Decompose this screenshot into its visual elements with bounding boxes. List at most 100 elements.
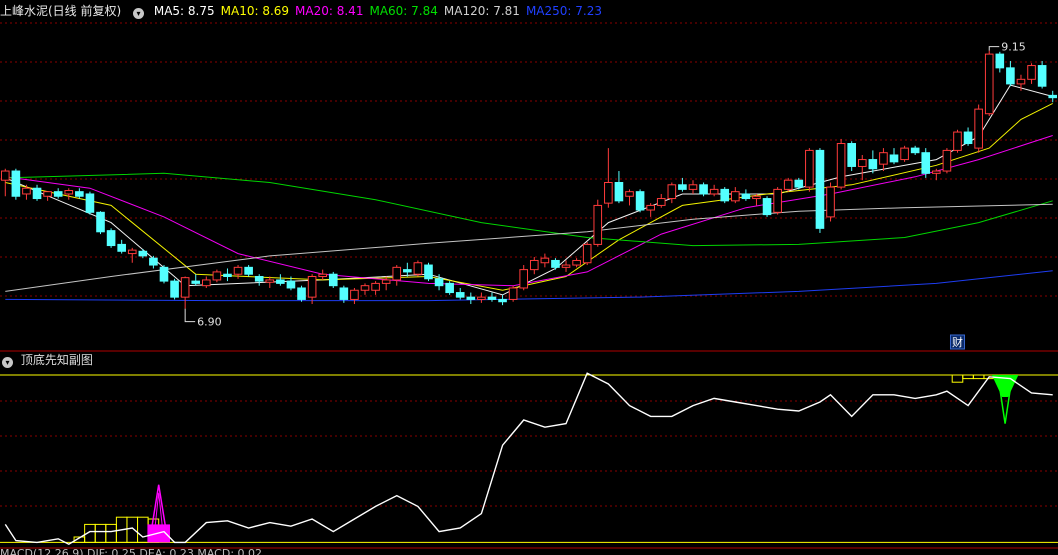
candle-body[interactable] bbox=[22, 187, 31, 195]
candle-body[interactable] bbox=[900, 147, 909, 161]
candle-body[interactable] bbox=[720, 188, 730, 202]
candle-body[interactable] bbox=[276, 279, 285, 284]
candle-body[interactable] bbox=[96, 211, 105, 233]
indicator-panel[interactable] bbox=[0, 352, 1058, 555]
candle-body[interactable] bbox=[498, 298, 507, 303]
candle-body[interactable] bbox=[424, 264, 433, 280]
candle-body[interactable] bbox=[223, 273, 232, 278]
candle-body[interactable] bbox=[1027, 65, 1036, 80]
candle-body[interactable] bbox=[434, 278, 444, 287]
candle-body[interactable] bbox=[254, 276, 264, 282]
candle-body[interactable] bbox=[604, 182, 613, 204]
candle-body[interactable] bbox=[984, 53, 994, 115]
candle-body[interactable] bbox=[85, 193, 95, 213]
candle-body[interactable] bbox=[381, 279, 391, 284]
candle-body[interactable] bbox=[572, 259, 581, 266]
candle-body[interactable] bbox=[932, 170, 941, 174]
candle-body[interactable] bbox=[350, 289, 359, 300]
candle-body[interactable] bbox=[106, 230, 116, 247]
indicator-dropdown-icon[interactable]: ▾ bbox=[2, 357, 13, 368]
candle-body[interactable] bbox=[318, 273, 327, 278]
candle-body[interactable] bbox=[921, 152, 931, 174]
candle-body[interactable] bbox=[11, 170, 21, 197]
price-panel[interactable]: 9.15 6.90 财 bbox=[0, 0, 1058, 352]
candle-body[interactable] bbox=[360, 285, 370, 291]
candle-body[interactable] bbox=[455, 292, 465, 298]
candle-body[interactable] bbox=[64, 190, 74, 195]
candle-body[interactable] bbox=[783, 179, 793, 190]
price-chart[interactable]: 9.15 6.90 财 bbox=[0, 0, 1058, 352]
candle-body[interactable] bbox=[233, 266, 243, 275]
candle-body[interactable] bbox=[202, 279, 211, 287]
candle-body[interactable] bbox=[731, 191, 740, 202]
indicator-chart[interactable] bbox=[0, 352, 1058, 555]
candle-body[interactable] bbox=[477, 296, 486, 300]
candle-body[interactable] bbox=[773, 188, 782, 213]
candle-body[interactable] bbox=[508, 287, 518, 300]
candle-body[interactable] bbox=[1037, 65, 1047, 87]
candle-body[interactable] bbox=[635, 191, 645, 211]
candle-body[interactable] bbox=[339, 287, 349, 300]
candle-body[interactable] bbox=[487, 296, 497, 300]
candle-body[interactable] bbox=[847, 143, 856, 167]
candle-body[interactable] bbox=[868, 159, 878, 170]
candle-body[interactable] bbox=[656, 198, 666, 206]
candle-body[interactable] bbox=[805, 149, 814, 188]
candle-body[interactable] bbox=[879, 152, 888, 165]
candle-body[interactable] bbox=[53, 191, 63, 197]
candle-body[interactable] bbox=[593, 204, 603, 245]
candle-body[interactable] bbox=[582, 243, 592, 264]
candle-body[interactable] bbox=[403, 269, 412, 273]
candle-body[interactable] bbox=[963, 131, 973, 145]
candle-body[interactable] bbox=[191, 280, 201, 284]
candle-body[interactable] bbox=[529, 259, 539, 271]
dropdown-icon[interactable]: ▾ bbox=[133, 8, 145, 19]
candle-body[interactable] bbox=[149, 257, 158, 266]
candle-body[interactable] bbox=[752, 195, 761, 200]
candle-body[interactable] bbox=[371, 282, 380, 291]
candle-body[interactable] bbox=[910, 147, 920, 154]
candle-body[interactable] bbox=[212, 271, 222, 281]
candle-body[interactable] bbox=[762, 198, 772, 216]
candle-body[interactable] bbox=[1016, 78, 1026, 85]
candle-body[interactable] bbox=[974, 108, 983, 149]
candle-body[interactable] bbox=[75, 191, 84, 197]
candle-body[interactable] bbox=[244, 266, 253, 275]
candle-body[interactable] bbox=[1048, 94, 1058, 99]
candle-body[interactable] bbox=[857, 159, 867, 167]
candle-body[interactable] bbox=[995, 53, 1005, 69]
candle-body[interactable] bbox=[741, 193, 751, 200]
candle-body[interactable] bbox=[540, 257, 550, 264]
candle-body[interactable] bbox=[519, 269, 529, 289]
candle-body[interactable] bbox=[794, 179, 804, 188]
candle-body[interactable] bbox=[127, 249, 137, 255]
candle-body[interactable] bbox=[117, 243, 126, 252]
candle-body[interactable] bbox=[667, 184, 677, 200]
candle-body[interactable] bbox=[678, 184, 687, 190]
candle-body[interactable] bbox=[646, 204, 655, 211]
candle-body[interactable] bbox=[826, 186, 835, 218]
candle-body[interactable] bbox=[561, 264, 571, 268]
candle-body[interactable] bbox=[709, 188, 719, 195]
candle-body[interactable] bbox=[328, 273, 338, 287]
candle-body[interactable] bbox=[43, 191, 52, 197]
candle-body[interactable] bbox=[413, 262, 423, 275]
candle-body[interactable] bbox=[445, 282, 454, 294]
candle-body[interactable] bbox=[1006, 67, 1015, 85]
candle-body[interactable] bbox=[180, 277, 190, 298]
candle-body[interactable] bbox=[138, 250, 148, 257]
candle-body[interactable] bbox=[889, 154, 899, 163]
candle-body[interactable] bbox=[953, 131, 962, 151]
candle-body[interactable] bbox=[286, 280, 296, 289]
candle-body[interactable] bbox=[265, 279, 275, 283]
candle-body[interactable] bbox=[815, 149, 825, 229]
candle-body[interactable] bbox=[688, 184, 698, 190]
candle-body[interactable] bbox=[942, 149, 952, 172]
candle-body[interactable] bbox=[32, 187, 42, 200]
candle-body[interactable] bbox=[159, 266, 169, 282]
candle-body[interactable] bbox=[466, 296, 476, 300]
candle-body[interactable] bbox=[836, 143, 846, 188]
candle-body[interactable] bbox=[699, 184, 708, 195]
candle-body[interactable] bbox=[614, 182, 624, 202]
candle-body[interactable] bbox=[297, 287, 306, 300]
